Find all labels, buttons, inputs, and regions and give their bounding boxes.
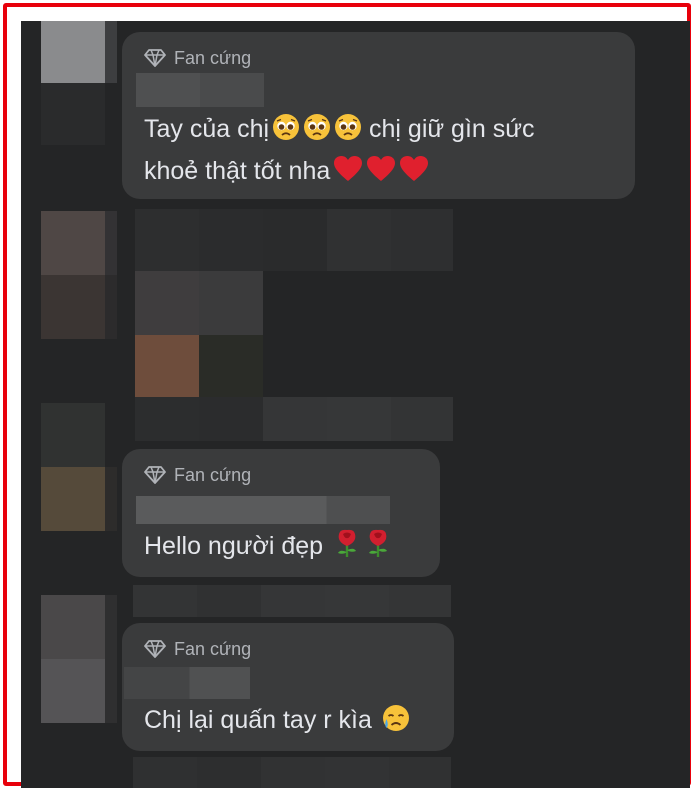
blurred-row — [135, 397, 199, 441]
comment-bubble[interactable]: Fan cứng Chị lại quấn tay r kìa — [122, 623, 454, 751]
blurred-row — [389, 585, 451, 617]
blurred-row — [197, 757, 261, 788]
comment-text: Hello người đẹp — [144, 527, 392, 569]
crying-face-emoji — [382, 704, 410, 743]
avatar-blur — [41, 275, 105, 339]
blurred-row — [263, 397, 327, 441]
avatar-blur — [105, 275, 117, 339]
avatar-blur — [105, 211, 117, 275]
red-heart-emoji — [333, 155, 363, 194]
comment-text-line2: khoẻ thật tốt nha — [144, 157, 331, 185]
blurred-row — [325, 757, 389, 788]
blurred-row — [135, 209, 199, 271]
avatar-blur — [105, 595, 117, 659]
blurred-row — [327, 209, 391, 271]
avatar — [41, 21, 105, 83]
sad-face-emoji — [303, 113, 331, 152]
blurred-row — [133, 757, 197, 788]
top-fan-badge[interactable]: Fan cứng — [144, 464, 251, 486]
blurred-row — [327, 397, 391, 441]
rose-emoji — [364, 528, 392, 569]
blurred-row — [199, 209, 263, 271]
comment-panel: Fan cứng Tay của chị chị giữ gìn sức kho… — [21, 21, 690, 788]
comment-text: Chị lại quấn tay r kìa — [144, 701, 410, 743]
comment-text-line1-tail: chị giữ gìn sức — [369, 115, 535, 143]
blurred-row — [197, 585, 261, 617]
blurred-row — [199, 271, 263, 335]
sad-face-emoji — [272, 113, 300, 152]
blurred-row — [261, 757, 325, 788]
diamond-icon — [144, 466, 166, 484]
commenter-name-blurred[interactable] — [124, 667, 250, 699]
diamond-icon — [144, 49, 166, 67]
comment-text-line1: Tay của chị — [144, 115, 270, 143]
sad-face-emoji — [334, 113, 362, 152]
diamond-icon — [144, 640, 166, 658]
blurred-row — [389, 757, 451, 788]
avatar-blur — [105, 659, 117, 723]
red-heart-emoji — [399, 155, 429, 194]
blurred-row — [391, 397, 453, 441]
avatar-blur — [105, 467, 117, 531]
comment-bubble[interactable]: Fan cứng Tay của chị chị giữ gìn sức kho… — [122, 32, 635, 199]
top-fan-badge[interactable]: Fan cứng — [144, 47, 251, 69]
blurred-row — [391, 209, 453, 271]
commenter-name-blurred[interactable] — [136, 496, 390, 524]
avatar-blur — [105, 21, 117, 83]
commenter-name-blurred[interactable] — [136, 73, 264, 107]
blurred-row — [325, 585, 389, 617]
comment-text-content: Hello người đẹp — [144, 532, 324, 560]
comment-text: Tay của chị chị giữ gìn sức khoẻ thật tố… — [144, 110, 535, 194]
red-frame: Fan cứng Tay của chị chị giữ gìn sức kho… — [3, 3, 691, 788]
blurred-row — [263, 209, 327, 271]
top-fan-badge[interactable]: Fan cứng — [144, 638, 251, 660]
avatar — [41, 403, 105, 467]
blurred-image — [135, 335, 199, 397]
badge-label: Fan cứng — [174, 464, 252, 485]
badge-label: Fan cứng — [174, 638, 252, 659]
avatar-blur — [41, 467, 105, 531]
rose-emoji — [333, 528, 361, 569]
blurred-row — [261, 585, 325, 617]
red-heart-emoji — [366, 155, 396, 194]
badge-label: Fan cứng — [174, 47, 252, 68]
blurred-row — [133, 585, 197, 617]
avatar — [41, 211, 105, 275]
avatar — [41, 595, 105, 659]
comment-bubble[interactable]: Fan cứng Hello người đẹp — [122, 449, 440, 577]
blurred-image — [199, 335, 263, 397]
avatar-blur — [41, 659, 105, 723]
avatar-blur — [41, 83, 105, 145]
blurred-row — [199, 397, 263, 441]
blurred-row — [135, 271, 199, 335]
comment-text-content: Chị lại quấn tay r kìa — [144, 706, 372, 734]
